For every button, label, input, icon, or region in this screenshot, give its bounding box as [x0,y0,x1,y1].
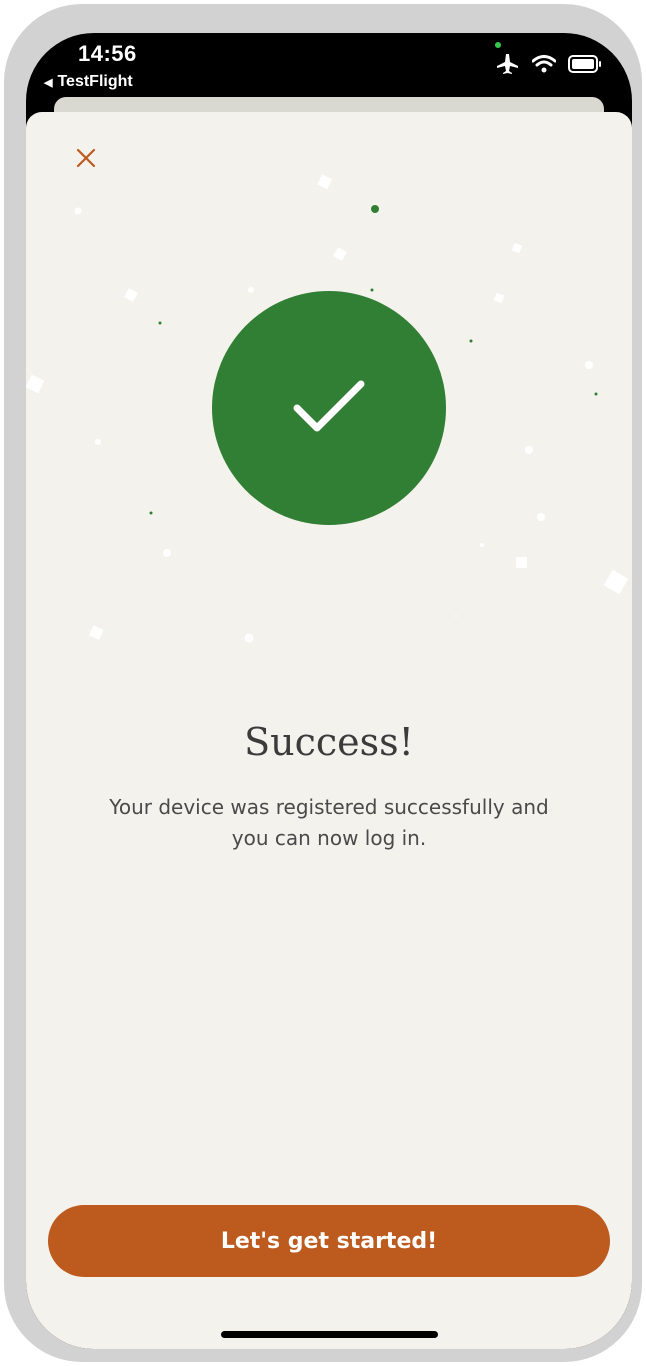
wifi-icon [531,55,557,78]
status-time: 14:56 [78,41,137,66]
home-indicator[interactable] [221,1331,438,1338]
success-message: Your device was registered successfully … [109,795,549,850]
status-icons [496,53,602,80]
battery-icon [568,55,602,78]
airplane-icon [496,53,520,80]
close-icon [76,148,96,168]
checkmark-icon [293,380,365,432]
success-badge [212,291,446,525]
screen: 14:56 ◀ TestFlight Success! Your device … [26,33,632,1349]
back-app-label: TestFlight [57,73,133,90]
success-sheet: Success! Your device was registered succ… [26,112,632,1349]
close-button[interactable] [68,140,104,176]
camera-indicator-dot [495,42,501,48]
back-to-app-link[interactable]: ◀ TestFlight [44,73,133,91]
back-caret-icon: ◀ [44,76,53,89]
status-bar: 14:56 ◀ TestFlight [26,33,632,97]
device-frame: 14:56 ◀ TestFlight Success! Your device … [4,4,642,1362]
success-title: Success! [244,720,414,764]
get-started-button[interactable]: Let's get started! [48,1205,610,1277]
